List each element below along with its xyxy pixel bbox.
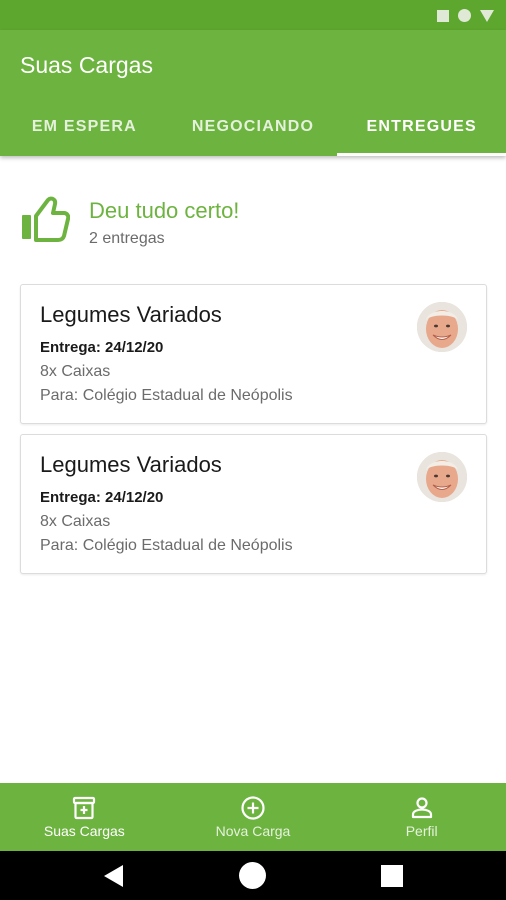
- delivery-date: Entrega: 24/12/20: [40, 339, 164, 356]
- nav-suas-cargas[interactable]: Suas Cargas: [0, 783, 169, 851]
- nav-label: Suas Cargas: [43, 823, 125, 839]
- nav-perfil[interactable]: Perfil: [337, 783, 506, 851]
- delivery-summary: Deu tudo certo! 2 entregas: [20, 196, 490, 256]
- back-icon[interactable]: [104, 865, 123, 887]
- thumbs-up-icon: [22, 196, 70, 242]
- cargo-destination: Para: Colégio Estadual de Neópolis: [40, 537, 293, 554]
- avatar-photo: [417, 302, 467, 352]
- nav-label: Nova Carga: [215, 823, 291, 839]
- status-icons: [437, 9, 494, 22]
- bottom-nav: Suas Cargas Nova Carga Perfil: [0, 783, 506, 851]
- system-nav-bar: [0, 851, 506, 900]
- cargo-quantity: 8x Caixas: [40, 363, 111, 380]
- summary-title: Deu tudo certo!: [89, 198, 240, 223]
- cargo-quantity: 8x Caixas: [40, 513, 111, 530]
- tab-negociando[interactable]: NEGOCIANDO: [169, 98, 338, 156]
- sync-icon: [458, 9, 471, 22]
- tab-bar: EM ESPERA NEGOCIANDO ENTREGUES: [0, 98, 506, 156]
- delivery-date: Entrega: 24/12/20: [40, 489, 164, 506]
- add-circle-icon: [241, 796, 265, 820]
- avatar-photo: [417, 452, 467, 502]
- cargo-title: Legumes Variados: [40, 452, 222, 477]
- status-bar: [0, 0, 506, 30]
- nav-nova-carga[interactable]: Nova Carga: [169, 783, 338, 851]
- person-icon: [411, 797, 432, 819]
- avatar[interactable]: [417, 452, 467, 502]
- summary-count: 2 entregas: [89, 230, 165, 247]
- recent-apps-icon[interactable]: [381, 865, 403, 887]
- nav-label: Perfil: [405, 823, 438, 839]
- signal-icon: [480, 9, 494, 22]
- page-title: Suas Cargas: [20, 52, 153, 78]
- tab-em-espera[interactable]: EM ESPERA: [0, 98, 169, 156]
- avatar[interactable]: [417, 302, 467, 352]
- box-icon: [73, 796, 96, 820]
- notification-icon: [437, 9, 449, 22]
- app-bar: Suas Cargas EM ESPERA NEGOCIANDO ENTREGU…: [0, 30, 506, 156]
- cargo-card[interactable]: Legumes Variados Entrega: 24/12/20 8x Ca…: [20, 434, 487, 574]
- cargo-destination: Para: Colégio Estadual de Neópolis: [40, 387, 293, 404]
- tab-entregues[interactable]: ENTREGUES: [337, 98, 506, 156]
- cargo-title: Legumes Variados: [40, 302, 222, 327]
- home-icon[interactable]: [239, 862, 266, 889]
- cargo-card[interactable]: Legumes Variados Entrega: 24/12/20 8x Ca…: [20, 284, 487, 424]
